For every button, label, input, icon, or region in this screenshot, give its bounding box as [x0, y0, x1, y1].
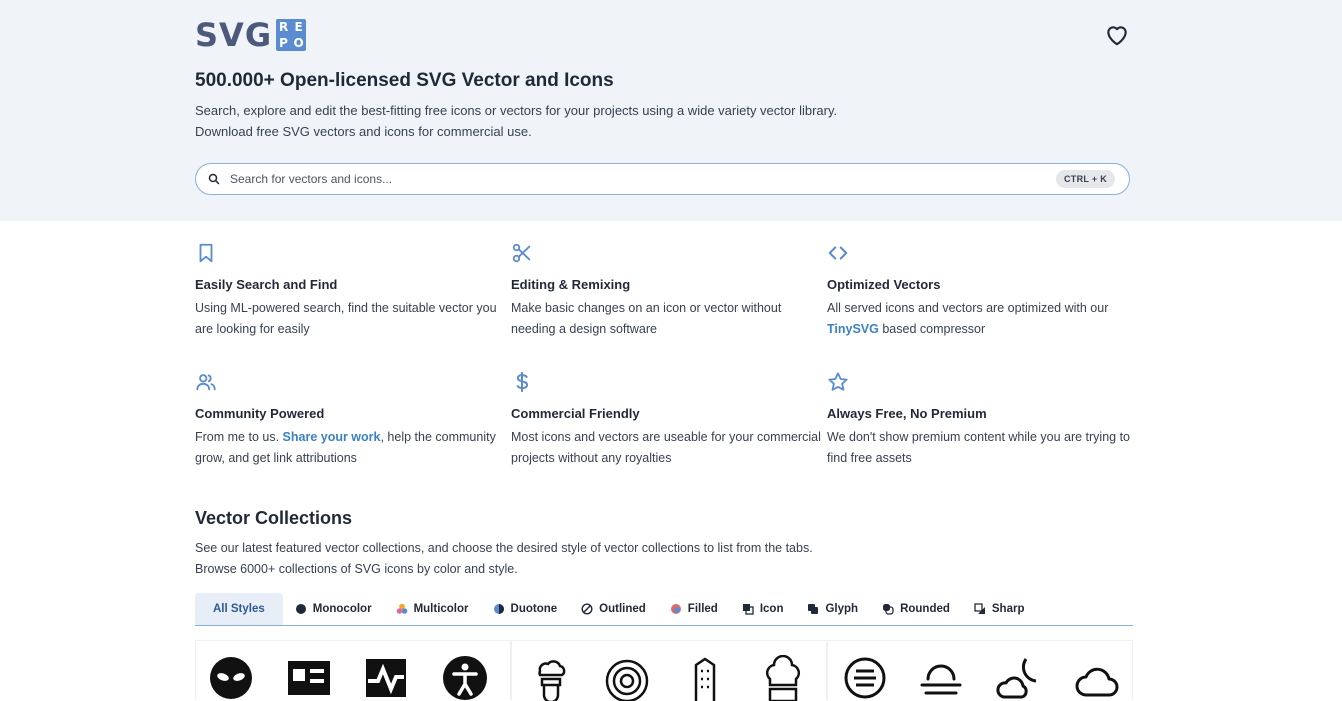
logo-text: SVG [195, 16, 273, 54]
tab-label: Multicolor [413, 603, 469, 615]
tab-monocolor[interactable]: Monocolor [283, 593, 384, 625]
keyboard-shortcut-badge: CTRL + K [1056, 170, 1115, 188]
users-icon [196, 374, 216, 391]
feature-free: Always Free, No Premium We don't show pr… [827, 371, 1143, 482]
star-icon [828, 372, 848, 391]
sharp-icon [974, 603, 985, 614]
chef-icon [538, 660, 566, 701]
moon-cloud-icon [996, 658, 1037, 699]
collections-description-line: Browse 6000+ collections of SVG icons by… [195, 562, 518, 576]
hero-description: Search, explore and edit the best-fittin… [195, 100, 837, 142]
feature-text: From me to us. Share your work, help the… [195, 427, 511, 469]
feature-search: Easily Search and Find Using ML-powered … [195, 242, 511, 353]
features-grid: Easily Search and Find Using ML-powered … [195, 242, 1155, 482]
menu-circle-icon [844, 657, 886, 699]
collections-gallery [195, 640, 1133, 701]
code-icon [828, 246, 848, 260]
tab-label: Outlined [599, 603, 646, 615]
feature-text: Most icons and vectors are useable for y… [511, 430, 821, 465]
tab-label: All Styles [213, 603, 265, 615]
logo-badge-letter: R [278, 20, 289, 34]
logo-badge-letter: E [294, 20, 303, 34]
tab-multicolor[interactable]: Multicolor [384, 593, 481, 625]
building-icon [694, 657, 716, 701]
feature-title: Commercial Friendly [511, 406, 640, 421]
feature-title: Always Free, No Premium [827, 406, 987, 421]
dollar-icon [516, 371, 529, 393]
tab-sharp[interactable]: Sharp [962, 593, 1037, 625]
tinysvg-link[interactable]: TinySVG [827, 322, 879, 336]
hero-description-line: Search, explore and edit the best-fittin… [195, 103, 838, 118]
collections-title: Vector Collections [195, 508, 353, 528]
tab-filled[interactable]: Filled [658, 593, 730, 625]
filled-icon [670, 604, 681, 614]
accessibility-icon [443, 656, 487, 700]
activity-icon [366, 659, 406, 697]
collections-description-line: See our latest featured vector collectio… [195, 541, 813, 555]
collections-description: See our latest featured vector collectio… [195, 538, 813, 580]
tab-glyph[interactable]: Glyph [795, 593, 870, 625]
feature-text: Using ML-powered search, find the suitab… [195, 301, 497, 336]
hero-section: SVG R E P O 500.000+ Open-licensed SVG V… [0, 0, 1342, 221]
tab-label: Duotone [510, 603, 558, 615]
search-input[interactable] [228, 171, 1056, 187]
tab-label: Monocolor [312, 603, 372, 615]
style-tabs: All Styles Monocolor Multicolor Duotone … [195, 593, 1133, 626]
glyph-icon [808, 604, 819, 614]
feature-title: Optimized Vectors [827, 277, 941, 292]
monocolor-icon [295, 604, 306, 614]
feature-optimized: Optimized Vectors All served icons and v… [827, 242, 1143, 353]
page-title: 500.000+ Open-licensed SVG Vector and Ic… [195, 70, 614, 91]
collection-card[interactable] [827, 640, 1133, 700]
feature-text-part: From me to us. [195, 430, 283, 444]
tab-label: Sharp [991, 603, 1025, 615]
donut-icon [605, 659, 649, 701]
feature-title: Easily Search and Find [195, 277, 338, 292]
feature-title: Community Powered [195, 406, 325, 421]
heart-icon[interactable] [1104, 22, 1130, 48]
feature-commercial: Commercial Friendly Most icons and vecto… [511, 371, 827, 482]
share-work-link[interactable]: Share your work [283, 430, 381, 444]
tab-duotone[interactable]: Duotone [481, 593, 570, 625]
cloud-icon [1075, 667, 1119, 697]
scissors-icon [512, 243, 531, 263]
logo-badge-letter: O [293, 36, 304, 50]
rounded-icon [883, 604, 894, 615]
fog-icon [920, 664, 962, 695]
multicolor-icon [396, 603, 407, 614]
feature-editing: Editing & Remixing Make basic changes on… [511, 242, 827, 353]
logo-badge: R E P O [276, 19, 307, 51]
tab-icon[interactable]: Icon [730, 593, 796, 625]
feature-text: All served icons and vectors are optimiz… [827, 298, 1143, 340]
feature-text-part: based compressor [878, 322, 986, 336]
hero-description-line: Download free SVG vectors and icons for … [195, 124, 532, 139]
tab-rounded[interactable]: Rounded [870, 593, 962, 625]
tab-label: Rounded [900, 603, 950, 615]
search-bar[interactable]: CTRL + K [195, 163, 1130, 195]
outlined-icon [581, 603, 593, 615]
feature-title: Editing & Remixing [511, 277, 631, 292]
collection-card[interactable] [195, 640, 511, 700]
duotone-icon [493, 604, 504, 614]
alien-icon [210, 657, 252, 699]
feature-text-part: All served icons and vectors are optimiz… [827, 301, 1109, 315]
logo-badge-letter: P [279, 36, 288, 50]
feature-text: We don't show premium content while you … [827, 430, 1130, 465]
tab-label: Glyph [825, 603, 859, 615]
feature-community: Community Powered From me to us. Share y… [195, 371, 511, 482]
tab-label: Icon [759, 603, 784, 615]
chef-hat-icon [765, 655, 801, 701]
bookmark-icon [199, 243, 213, 263]
tab-label: Filled [687, 603, 718, 615]
feature-text: Make basic changes on an icon or vector … [511, 301, 782, 336]
logo[interactable]: SVG R E P O [195, 16, 307, 54]
tab-outlined[interactable]: Outlined [569, 593, 658, 625]
icon-style-icon [742, 604, 754, 615]
collection-card[interactable] [511, 640, 827, 701]
tab-all-styles[interactable]: All Styles [195, 593, 283, 625]
search-icon [208, 173, 220, 185]
id-card-icon [288, 661, 330, 695]
